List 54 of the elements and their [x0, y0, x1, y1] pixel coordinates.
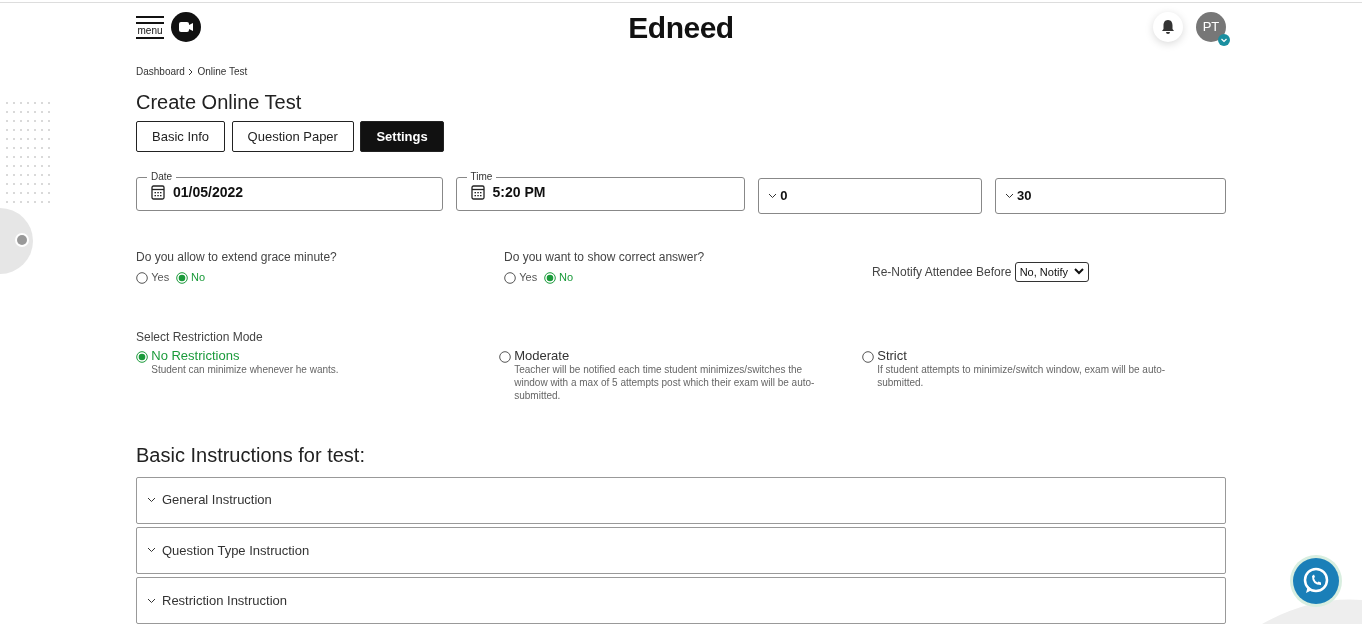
section-heading: Basic Instructions for test:	[136, 443, 366, 468]
video-icon[interactable]	[170, 12, 201, 42]
option-title: No Restrictions	[151, 349, 241, 363]
logo[interactable]: Edneed	[628, 4, 734, 50]
field-value: 0	[780, 187, 788, 206]
option-title: Moderate	[514, 349, 571, 363]
radio-button[interactable]	[504, 271, 516, 284]
radio-label: Yes	[151, 270, 170, 286]
accordion-header[interactable]: Question Type Instruction	[136, 526, 1226, 574]
radio-button[interactable]	[136, 349, 148, 363]
breadcrumb-link[interactable]: Online Test	[197, 64, 248, 79]
question-label: Do you want to show correct answer?	[504, 249, 706, 266]
calendar-icon	[151, 185, 165, 200]
page-title: Create Online Test	[136, 90, 303, 115]
radio-button[interactable]	[543, 271, 556, 284]
chevron-icon	[767, 193, 777, 199]
radio-button[interactable]	[175, 271, 188, 284]
date-field[interactable]: Date 01/05/2022	[136, 171, 443, 211]
option-description: Student can minimize whenever he wants.	[151, 363, 340, 376]
chevron-icon	[188, 67, 195, 76]
field-value: 30	[1017, 187, 1032, 206]
dropdown-field[interactable]: 30	[994, 178, 1226, 214]
option-description: Teacher will be notified each time student minimizes/switches the window with a max of 5 attempts post which their exam will be auto-submitted.	[514, 363, 816, 402]
question-label: Do you allow to extend grace minute?	[136, 249, 338, 266]
field-value: 5:20 PM	[492, 183, 546, 202]
field-label: Date	[150, 171, 174, 183]
field-value: 01/05/2022	[173, 183, 244, 202]
tab[interactable]: Basic Info	[136, 121, 226, 152]
radio-button[interactable]	[136, 271, 148, 284]
radio-button[interactable]	[862, 349, 874, 363]
option-title: Strict	[877, 349, 908, 363]
dropdown-field[interactable]: 0	[757, 178, 982, 214]
time-field[interactable]: Time 5:20 PM	[455, 171, 745, 211]
option-description: If student attempts to minimize/switch window, exam will be auto-submitted.	[877, 363, 1167, 389]
chat-button[interactable]	[1293, 558, 1339, 604]
phone-chat-icon	[1301, 566, 1331, 596]
tab[interactable]: Settings	[360, 121, 444, 152]
breadcrumb-link[interactable]: Dashboard	[136, 64, 185, 79]
accordion-header[interactable]: General Instruction	[136, 476, 1226, 524]
notification-bell-icon[interactable]	[1153, 12, 1183, 42]
renotify-dropdown[interactable]: No, Notify	[1014, 261, 1090, 283]
tab[interactable]: Question Paper	[231, 121, 354, 152]
accordion-header[interactable]: Restriction Instruction	[136, 577, 1226, 624]
radio-button[interactable]	[499, 349, 511, 363]
caret-icon	[1074, 268, 1085, 276]
field-label: Re-Notify Attendee Before	[872, 263, 1012, 281]
section-label: Select Restriction Mode	[136, 328, 264, 346]
radio-label: Yes	[519, 270, 538, 286]
calendar-icon	[470, 185, 485, 200]
chevron-icon	[1004, 193, 1014, 199]
field-label: Time	[469, 171, 494, 183]
radio-label: No	[190, 270, 205, 286]
menu-button[interactable]: menu	[136, 15, 164, 39]
radio-label: No	[558, 270, 573, 286]
